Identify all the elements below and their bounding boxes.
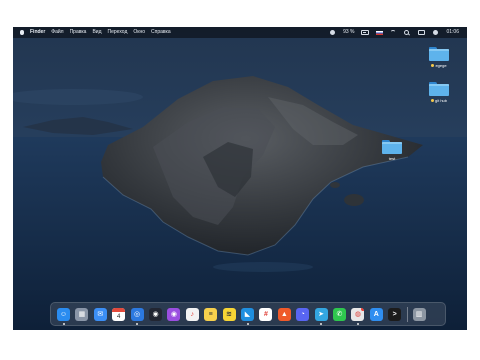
whatsapp-icon: ✆ [336, 311, 343, 318]
dock-icon-chrome[interactable]: ◍ [351, 308, 365, 321]
input-source-flag-icon[interactable] [376, 30, 384, 35]
notes-icon: ≡ [208, 311, 213, 318]
desktop-screen: Finder Файл Правка Вид Переход Окно Спра… [13, 27, 467, 330]
menu-bar-status: 93 % 01:06 [329, 27, 459, 38]
dock-icon-app-store[interactable]: A [369, 308, 383, 321]
dock: ☺ ▦ ✉ 4 ◎ ◉ ◉ ♪ ≡ ≋ ◣ # ▲ ◔ ➤ ✆ ◍ A > ▥ [50, 302, 446, 326]
folder-icon [429, 47, 449, 61]
dock-icon-discord[interactable]: ◔ [296, 308, 310, 321]
terminal-icon: > [392, 311, 397, 318]
folder-label: egege [435, 63, 447, 68]
tag-icon [430, 99, 434, 102]
finder-icon: ☺ [59, 311, 68, 318]
spotlight-search-icon[interactable] [404, 30, 411, 35]
apple-icon[interactable] [20, 30, 24, 35]
dock-icon-launchpad[interactable]: ▦ [75, 308, 89, 321]
telegram-icon: ➤ [318, 311, 325, 318]
notification-badge [361, 308, 365, 311]
menu-bar-left: Finder Файл Правка Вид Переход Окно Спра… [20, 27, 171, 38]
dock-icon-calendar[interactable]: 4 [112, 308, 126, 321]
dock-icon-github-desktop[interactable]: ◉ [149, 308, 162, 321]
siri-icon[interactable] [432, 30, 439, 35]
dock-separator [406, 307, 408, 322]
running-indicator [246, 323, 249, 325]
dock-icon-mail[interactable]: ✉ [93, 308, 107, 321]
dock-icon-notes[interactable]: ≡ [204, 308, 218, 321]
battery-percent[interactable]: 93 % [343, 27, 354, 38]
launchpad-icon: ▦ [78, 311, 86, 318]
running-indicator [62, 323, 65, 325]
folder-label: test [388, 156, 396, 161]
miro-icon: ≋ [226, 311, 233, 318]
menu-clock[interactable]: 01:06 [446, 27, 459, 38]
running-indicator [136, 323, 139, 325]
menu-go[interactable]: Переход [108, 27, 128, 38]
github-desktop-icon: ◉ [152, 311, 159, 318]
control-center-icon[interactable] [418, 30, 426, 35]
folder-icon [429, 82, 449, 96]
brave-icon: ▲ [280, 311, 288, 318]
dock-icon-finder[interactable]: ☺ [57, 308, 70, 321]
tag-icon [431, 64, 435, 67]
folder-icon [382, 140, 402, 154]
trash-icon: ▥ [415, 311, 423, 318]
vscode-icon: ◣ [244, 311, 251, 318]
dock-icon-music[interactable]: ♪ [185, 308, 199, 321]
discord-icon: ◔ [300, 311, 305, 318]
desktop-folder-test[interactable]: test [372, 140, 412, 161]
calendar-day: 4 [117, 313, 121, 320]
wallpaper [13, 27, 467, 330]
folder-label: git hub [434, 98, 447, 103]
dock-icon-vscode[interactable]: ◣ [241, 308, 254, 321]
app-store-icon: A [373, 311, 379, 318]
dock-icon-whatsapp[interactable]: ✆ [333, 308, 346, 321]
dock-icon-miro[interactable]: ≋ [222, 308, 236, 321]
running-indicator [356, 323, 359, 325]
dock-icon-trash[interactable]: ▥ [412, 308, 426, 321]
dock-icon-brave[interactable]: ▲ [277, 308, 291, 321]
menu-app-name[interactable]: Finder [30, 27, 45, 38]
desktop-folder-git-hub[interactable]: git hub [419, 82, 459, 103]
slack-icon: # [263, 311, 268, 318]
battery-icon[interactable] [361, 30, 370, 35]
status-menu-icon[interactable] [329, 30, 336, 35]
podcasts-icon: ◉ [170, 311, 177, 318]
music-icon: ♪ [190, 311, 195, 318]
menu-help[interactable]: Справка [151, 27, 171, 38]
wifi-icon[interactable] [390, 30, 397, 35]
dock-icon-podcasts[interactable]: ◉ [167, 308, 181, 321]
dock-icon-telegram[interactable]: ➤ [314, 308, 328, 321]
desktop-folder-egege[interactable]: egege [419, 47, 459, 68]
mail-icon: ✉ [97, 311, 104, 318]
menu-file[interactable]: Файл [51, 27, 63, 38]
running-indicator [320, 323, 323, 325]
dock-icon-slack[interactable]: # [259, 308, 273, 321]
menu-bar: Finder Файл Правка Вид Переход Окно Спра… [13, 27, 467, 38]
dock-icon-terminal[interactable]: > [388, 308, 402, 321]
dock-icon-safari[interactable]: ◎ [130, 308, 144, 321]
menu-window[interactable]: Окно [133, 27, 145, 38]
safari-icon: ◎ [134, 311, 141, 318]
menu-edit[interactable]: Правка [70, 27, 87, 38]
menu-view[interactable]: Вид [92, 27, 101, 38]
